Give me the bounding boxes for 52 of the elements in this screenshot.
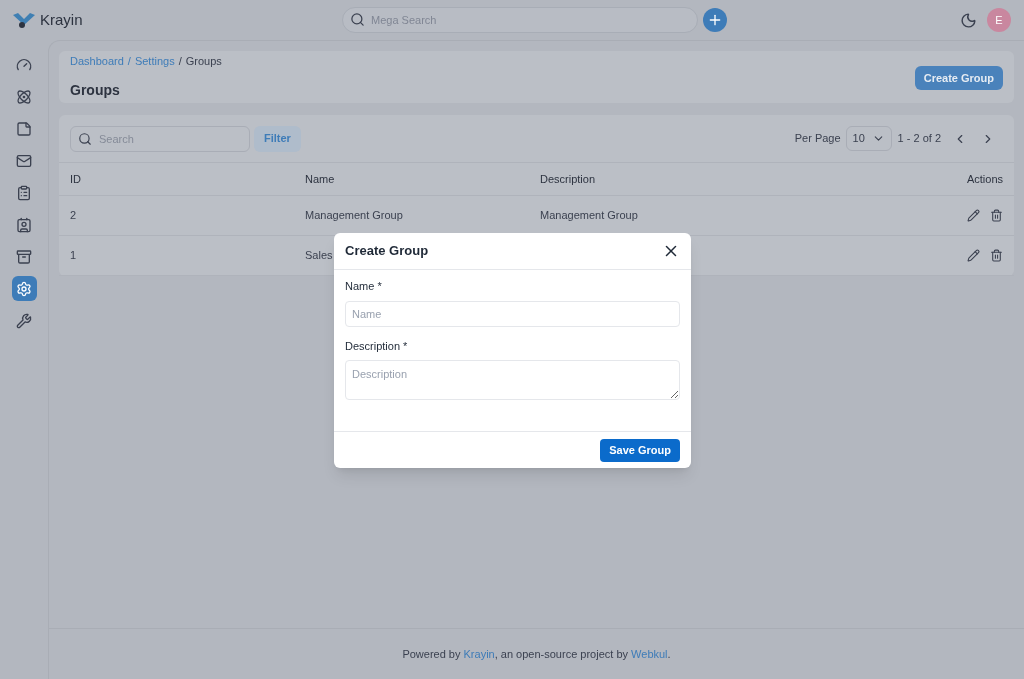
mail-icon: [16, 152, 32, 169]
breadcrumb-link[interactable]: /: [127, 53, 131, 70]
gauge-icon: [16, 56, 32, 73]
breadcrumb-link[interactable]: Settings: [134, 53, 175, 70]
note-icon: [16, 120, 32, 137]
contact-book-icon: [16, 216, 32, 233]
description-field[interactable]: Description: [345, 360, 680, 400]
archive-icon: [16, 248, 32, 265]
footer-text: Powered by Krayin, an open-source project by Webkul.: [402, 646, 671, 662]
create-group-button[interactable]: Create Group: [914, 66, 1003, 90]
name-field[interactable]: Name: [345, 300, 680, 327]
column-header: Actions: [914, 163, 1014, 196]
logo-text: Krayin: [40, 9, 83, 30]
edit-icon[interactable]: [967, 209, 980, 222]
user-avatar[interactable]: E: [987, 8, 1011, 32]
table-cell: 1: [59, 236, 294, 276]
column-header: Name: [294, 163, 529, 196]
search-field[interactable]: Mega Search: [342, 7, 698, 33]
filter-button[interactable]: Filter: [254, 125, 301, 152]
footer-link[interactable]: Krayin: [463, 647, 495, 660]
dialog-title: Create Group: [345, 242, 429, 261]
column-header: ID: [59, 163, 294, 196]
atom-icon: [16, 88, 32, 105]
breadcrumb-text: /: [178, 54, 182, 70]
delete-icon[interactable]: [990, 209, 1003, 222]
footer-link[interactable]: Webkul: [631, 647, 668, 660]
column-header: Description: [529, 163, 914, 196]
edit-icon[interactable]: [967, 249, 980, 262]
settings-icon: [16, 280, 32, 297]
field-label: Description *: [345, 338, 409, 354]
pagination-range: 1 - 2 of 2: [897, 131, 941, 147]
logo-icon: [12, 12, 36, 28]
save-group-button[interactable]: Save Group: [600, 438, 680, 462]
search-icon: [78, 131, 92, 146]
table-cell: 2: [59, 196, 294, 236]
per-page-label: Per Page: [794, 131, 841, 147]
table-cell-text: Management Group: [305, 208, 403, 224]
per-page-select[interactable]: 10: [845, 126, 892, 151]
moon-icon[interactable]: [960, 11, 977, 29]
table-cell-text: Management Group: [540, 208, 638, 224]
search-icon: [350, 12, 365, 27]
add-button[interactable]: [703, 8, 727, 32]
delete-icon[interactable]: [990, 249, 1003, 262]
page-title: Groups: [70, 80, 121, 100]
field-label: Name *: [345, 279, 383, 294]
clipboard-icon: [16, 184, 32, 201]
breadcrumb-link[interactable]: Dashboard: [70, 53, 124, 70]
breadcrumb-text: Groups: [185, 54, 222, 70]
plus-icon: [707, 12, 723, 28]
wrench-icon: [16, 312, 32, 329]
table-cell-text: Sales: [305, 248, 333, 264]
sidebar-item[interactable]: [11, 276, 37, 301]
